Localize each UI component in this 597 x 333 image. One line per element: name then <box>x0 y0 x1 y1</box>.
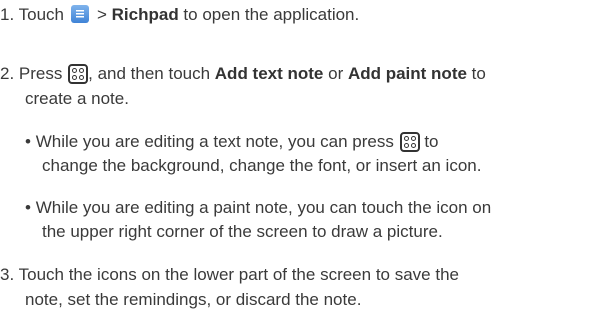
bullet-text: While you are editing a paint note, you … <box>35 198 492 217</box>
step-text: Touch the icons on the lower part of the… <box>18 265 459 284</box>
bullet-marker: • <box>25 198 31 217</box>
option-add-text-note: Add text note <box>214 64 324 83</box>
step-text: > <box>96 5 112 24</box>
bullet-text: to <box>424 132 439 151</box>
instruction-document: 1. Touch > Richpad to open the applicatio… <box>0 0 597 333</box>
menu-key-icon <box>68 64 89 84</box>
step-text: to <box>466 64 486 83</box>
step-number: 3. <box>0 265 15 284</box>
step-number: 1. <box>0 5 15 24</box>
bullet-1-continuation: change the background, change the font, … <box>42 156 482 175</box>
option-add-paint-note: Add paint note <box>347 64 467 83</box>
app-drawer-icon <box>70 5 89 23</box>
step-2: 2. Press , and then touch Add text note … <box>0 63 486 85</box>
bullet-1: • While you are editing a text note, you… <box>25 131 439 153</box>
step-text: or <box>323 64 348 83</box>
step-number: 2. <box>0 64 15 83</box>
bullet-marker: • <box>25 132 31 151</box>
step-3: 3. Touch the icons on the lower part of … <box>0 264 459 286</box>
step-1: 1. Touch > Richpad to open the applicatio… <box>0 4 359 26</box>
step-3-continuation: note, set the remindings, or discard the… <box>25 290 362 309</box>
step-text: , and then touch <box>88 64 215 83</box>
step-text: to open the application. <box>178 5 360 24</box>
app-name: Richpad <box>111 5 179 24</box>
bullet-2: • While you are editing a paint note, yo… <box>25 197 491 219</box>
bullet-2-continuation: the upper right corner of the screen to … <box>42 222 443 241</box>
step-text: Touch <box>18 5 64 24</box>
step-2-continuation: create a note. <box>25 89 129 108</box>
menu-key-icon <box>399 132 420 152</box>
bullet-text: While you are editing a text note, you c… <box>35 132 394 151</box>
step-text: Press <box>18 64 63 83</box>
